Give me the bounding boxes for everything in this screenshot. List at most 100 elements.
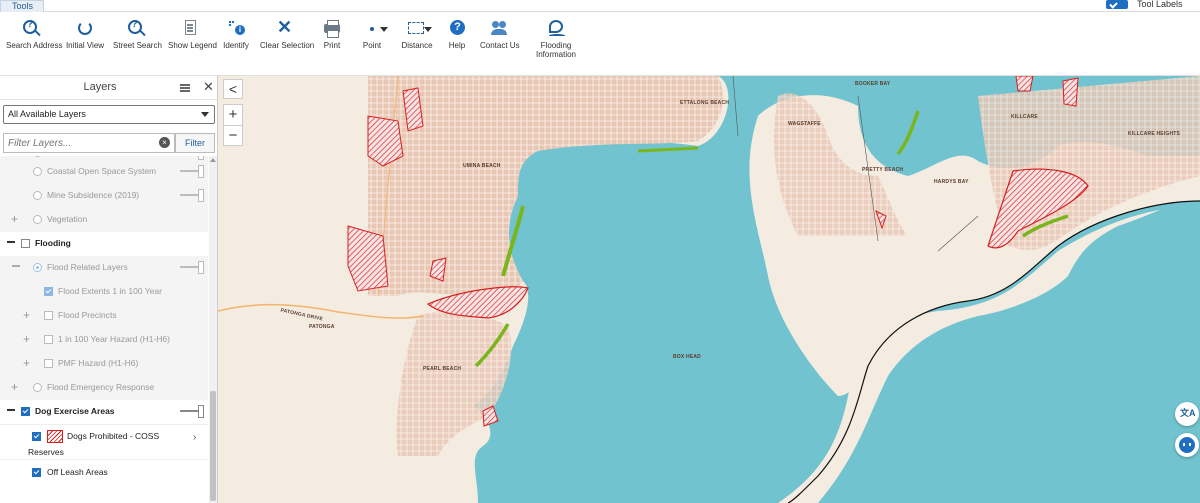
- opacity-slider[interactable]: [180, 261, 204, 274]
- help-button[interactable]: ? Help: [447, 20, 467, 50]
- layer-radio[interactable]: [33, 167, 42, 176]
- expand-icon[interactable]: +: [23, 308, 30, 322]
- street-search-button[interactable]: ? Street Search: [113, 19, 162, 50]
- layers-panel-header: Layers ✕: [0, 76, 217, 100]
- point-dropdown-icon[interactable]: [380, 27, 388, 32]
- layer-radio[interactable]: [33, 263, 42, 272]
- layer-checkbox[interactable]: [32, 432, 41, 441]
- tool-labels-toggle[interactable]: Tool Labels: [1100, 0, 1200, 12]
- layer-row-100-year-hazard[interactable]: + 1 in 100 Year Hazard (H1-H6): [0, 328, 208, 352]
- map-view[interactable]: BOOKER BAY ETTALONG BEACH KILLCARE KILLC…: [218, 76, 1200, 503]
- layer-row-off-leash-areas[interactable]: Off Leash Areas: [0, 461, 208, 485]
- layer-checkbox[interactable]: [44, 359, 53, 368]
- point-button[interactable]: Point: [362, 20, 382, 50]
- map-label-killcare: KILLCARE: [1011, 114, 1038, 120]
- expand-icon[interactable]: +: [23, 356, 30, 370]
- scroll-up-icon[interactable]: [209, 156, 217, 164]
- flood-area: [1015, 76, 1034, 92]
- print-button[interactable]: Print: [321, 20, 343, 50]
- layer-group-flooding[interactable]: Flooding: [0, 232, 208, 256]
- map-label-wagstaffe: WAGSTAFFE: [788, 121, 821, 127]
- point-icon: [363, 20, 381, 38]
- panel-title: Layers: [83, 81, 117, 93]
- flood-area: [1062, 77, 1079, 107]
- flood-area: [347, 225, 389, 292]
- layer-group-dog-exercise-areas[interactable]: Dog Exercise Areas: [0, 400, 208, 424]
- chatbot-button[interactable]: [1175, 433, 1199, 457]
- collapse-icon[interactable]: [7, 241, 15, 243]
- collapse-icon[interactable]: [7, 409, 15, 411]
- layer-checkbox[interactable]: [44, 287, 53, 296]
- printer-icon: [323, 20, 341, 38]
- tool-labels-label: Tool Labels: [1137, 0, 1183, 9]
- initial-view-button[interactable]: Initial View: [65, 20, 105, 50]
- map-label-ettalong-beach: ETTALONG BEACH: [680, 100, 730, 106]
- map-label-pearl-beach: PEARL BEACH: [423, 366, 462, 372]
- layer-checkbox[interactable]: [44, 335, 53, 344]
- show-legend-button[interactable]: Show Legend: [168, 20, 217, 50]
- clear-selection-button[interactable]: ✕ Clear Selection: [260, 17, 314, 50]
- layer-row-mine-subsidence[interactable]: Mine Subsidence (2019): [0, 184, 208, 208]
- identify-button[interactable]: i Identify: [222, 20, 250, 50]
- contact-us-button[interactable]: Contact Us: [480, 20, 520, 50]
- zoom-out-button[interactable]: −: [224, 126, 242, 147]
- map-label-umina-beach: UMINA BEACH: [463, 163, 501, 169]
- distance-button[interactable]: Distance: [401, 20, 433, 50]
- search-address-button[interactable]: ? Search Address: [6, 19, 62, 50]
- layer-checkbox[interactable]: [44, 311, 53, 320]
- zoom-in-button[interactable]: +: [224, 105, 242, 126]
- chevron-right-icon[interactable]: ›: [193, 432, 196, 443]
- filter-layers-input[interactable]: [3, 133, 175, 153]
- layer-row-flood-extents[interactable]: Flood Extents 1 in 100 Year: [0, 280, 208, 304]
- distance-dropdown-icon[interactable]: [424, 27, 432, 32]
- layer-row-flood-related-layers[interactable]: Flood Related Layers: [0, 256, 208, 280]
- people-icon: [490, 20, 508, 38]
- scrollbar-thumb[interactable]: [210, 391, 216, 501]
- map-canvas[interactable]: [218, 76, 1200, 503]
- street-search-icon: ?: [127, 19, 146, 38]
- expand-icon[interactable]: +: [23, 332, 30, 346]
- identify-icon: i: [227, 20, 245, 38]
- translate-button[interactable]: 文A: [1175, 402, 1199, 426]
- tool-labels-checkbox[interactable]: [1106, 0, 1128, 9]
- layer-row-dogs-prohibited[interactable]: Dogs Prohibited - COSS Reserves ›: [0, 424, 208, 460]
- close-icon: ✕: [277, 17, 293, 37]
- collapse-icon[interactable]: [12, 265, 20, 267]
- flood-icon: [547, 20, 565, 38]
- flooding-information-button[interactable]: Flooding Information: [535, 20, 577, 59]
- layer-checkbox[interactable]: [32, 468, 41, 477]
- layer-radio[interactable]: [33, 383, 42, 392]
- layer-row-pmf-hazard[interactable]: + PMF Hazard (H1-H6): [0, 352, 208, 376]
- clear-filter-icon[interactable]: ×: [159, 137, 170, 148]
- menu-icon[interactable]: [180, 84, 190, 86]
- tab-tools[interactable]: Tools: [0, 0, 44, 12]
- layer-radio[interactable]: [33, 215, 42, 224]
- collapse-panel-button[interactable]: <: [223, 79, 243, 99]
- layer-list: Coastal Open Space System Mine Subsidenc…: [0, 156, 208, 503]
- close-icon[interactable]: ✕: [203, 79, 214, 95]
- opacity-slider[interactable]: [180, 165, 204, 178]
- opacity-slider[interactable]: [180, 405, 204, 418]
- layer-row-coastal-open-space[interactable]: Coastal Open Space System: [0, 160, 208, 184]
- top-tab-strip: Tools Tool Labels: [0, 0, 1200, 12]
- help-icon: ?: [448, 20, 466, 38]
- layer-category-select[interactable]: All Available Layers: [3, 105, 215, 124]
- layer-checkbox[interactable]: [21, 407, 30, 416]
- zoom-control: + −: [223, 104, 243, 146]
- layer-row-flood-emergency-response[interactable]: + Flood Emergency Response: [0, 376, 208, 400]
- filter-row: × Filter: [3, 133, 215, 153]
- expand-icon[interactable]: +: [11, 212, 18, 226]
- flood-area: [367, 115, 404, 167]
- expand-icon[interactable]: +: [11, 380, 18, 394]
- filter-button[interactable]: Filter: [175, 133, 215, 153]
- hatched-legend-swatch: [47, 430, 63, 443]
- layer-radio[interactable]: [33, 191, 42, 200]
- refresh-icon: [76, 20, 94, 38]
- layer-checkbox[interactable]: [21, 239, 30, 248]
- map-label-killcare-heights: KILLCARE HEIGHTS: [1128, 131, 1181, 137]
- opacity-slider[interactable]: [180, 189, 204, 202]
- layer-row-vegetation[interactable]: + Vegetation: [0, 208, 208, 232]
- map-label-pretty-beach: PRETTY BEACH: [862, 167, 904, 173]
- layer-list-scrollbar[interactable]: [209, 156, 217, 503]
- layer-row-flood-precincts[interactable]: + Flood Precincts: [0, 304, 208, 328]
